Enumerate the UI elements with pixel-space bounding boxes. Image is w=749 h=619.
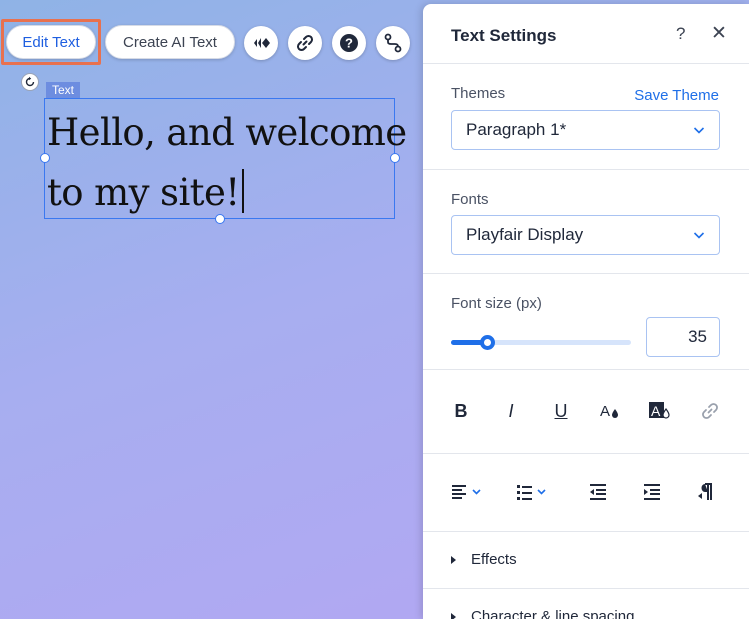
underline-button[interactable]: U (546, 396, 576, 426)
bold-button[interactable]: B (446, 396, 476, 426)
character-spacing-section: Character & line spacing (423, 589, 749, 619)
edit-text-button[interactable]: Edit Text (6, 25, 96, 59)
svg-text:?: ? (345, 36, 353, 51)
format-tools-section: B I U A A (423, 370, 749, 454)
animation-button[interactable] (244, 26, 278, 60)
decrease-indent-button[interactable] (583, 477, 613, 507)
slider-thumb[interactable] (480, 335, 495, 350)
text-element[interactable]: Hello, and welcome to my site! (44, 98, 407, 219)
text-color-button[interactable]: A (595, 396, 625, 426)
svg-text:A: A (651, 403, 661, 419)
text-element-content[interactable]: Hello, and welcome to my site! (47, 103, 407, 223)
increase-indent-button[interactable] (637, 477, 667, 507)
fonts-section: Fonts Playfair Display (423, 170, 749, 274)
font-size-input[interactable]: 35 (646, 317, 720, 357)
increase-indent-icon (644, 484, 660, 500)
character-spacing-label: Character & line spacing (471, 608, 635, 619)
text-line: Hello, and welcome (47, 111, 407, 154)
help-button[interactable]: ? (332, 26, 366, 60)
effects-label: Effects (471, 551, 517, 568)
link-icon (296, 34, 314, 52)
text-link-button[interactable] (695, 396, 725, 426)
link-button[interactable] (288, 26, 322, 60)
decrease-indent-icon (590, 484, 606, 500)
list-dropdown[interactable] (511, 477, 553, 507)
highlight-color-icon: A (649, 402, 670, 419)
text-caret (241, 169, 244, 213)
text-direction-icon (698, 483, 712, 500)
fonts-selected: Playfair Display (466, 225, 584, 244)
alignment-dropdown[interactable] (446, 477, 488, 507)
alignment-tools-section (423, 454, 749, 532)
character-spacing-expander[interactable]: Character & line spacing (451, 608, 634, 619)
svg-text:A: A (600, 403, 610, 420)
panel-title: Text Settings (451, 26, 557, 45)
help-icon: ? (340, 34, 358, 52)
effects-section: Effects (423, 532, 749, 589)
close-icon[interactable]: ✕ (711, 22, 727, 45)
themes-selected: Paragraph 1* (466, 120, 567, 139)
element-type-tag: Text (46, 82, 81, 98)
rotate-handle[interactable] (21, 73, 39, 91)
bullet-list-icon (517, 485, 546, 500)
save-theme-link[interactable]: Save Theme (634, 87, 719, 104)
text-color-icon: A (600, 403, 618, 420)
panel-header: Text Settings ? ✕ (423, 4, 749, 64)
connect-button[interactable] (376, 26, 410, 60)
fonts-label: Fonts (451, 191, 489, 208)
italic-button[interactable]: I (496, 396, 526, 426)
text-direction-button[interactable] (691, 477, 721, 507)
font-size-slider[interactable] (451, 335, 631, 350)
effects-expander[interactable]: Effects (451, 551, 517, 568)
highlight-color-button[interactable]: A (645, 396, 675, 426)
chevron-down-icon (693, 232, 705, 239)
themes-section: Themes Save Theme Paragraph 1* (423, 64, 749, 170)
align-left-icon (452, 485, 481, 499)
text-line: to my site! (47, 171, 240, 214)
resize-handle-left[interactable] (40, 153, 50, 163)
themes-label: Themes (451, 85, 506, 102)
expand-arrow-icon (451, 612, 456, 619)
resize-handle-bottom[interactable] (215, 214, 225, 224)
themes-dropdown[interactable]: Paragraph 1* (451, 110, 720, 150)
panel-help-icon[interactable]: ? (676, 24, 685, 44)
link-icon (702, 403, 718, 419)
resize-handle-right[interactable] (390, 153, 400, 163)
chevron-down-icon (693, 127, 705, 134)
create-ai-text-button[interactable]: Create AI Text (105, 25, 235, 59)
fonts-dropdown[interactable]: Playfair Display (451, 215, 720, 255)
expand-arrow-icon (451, 555, 456, 564)
animation-icon (254, 38, 270, 48)
text-settings-panel: Text Settings ? ✕ Themes Save Theme Para… (423, 4, 749, 619)
connect-icon (384, 33, 402, 53)
font-size-label: Font size (px) (451, 295, 542, 312)
rotate-icon (25, 76, 35, 87)
